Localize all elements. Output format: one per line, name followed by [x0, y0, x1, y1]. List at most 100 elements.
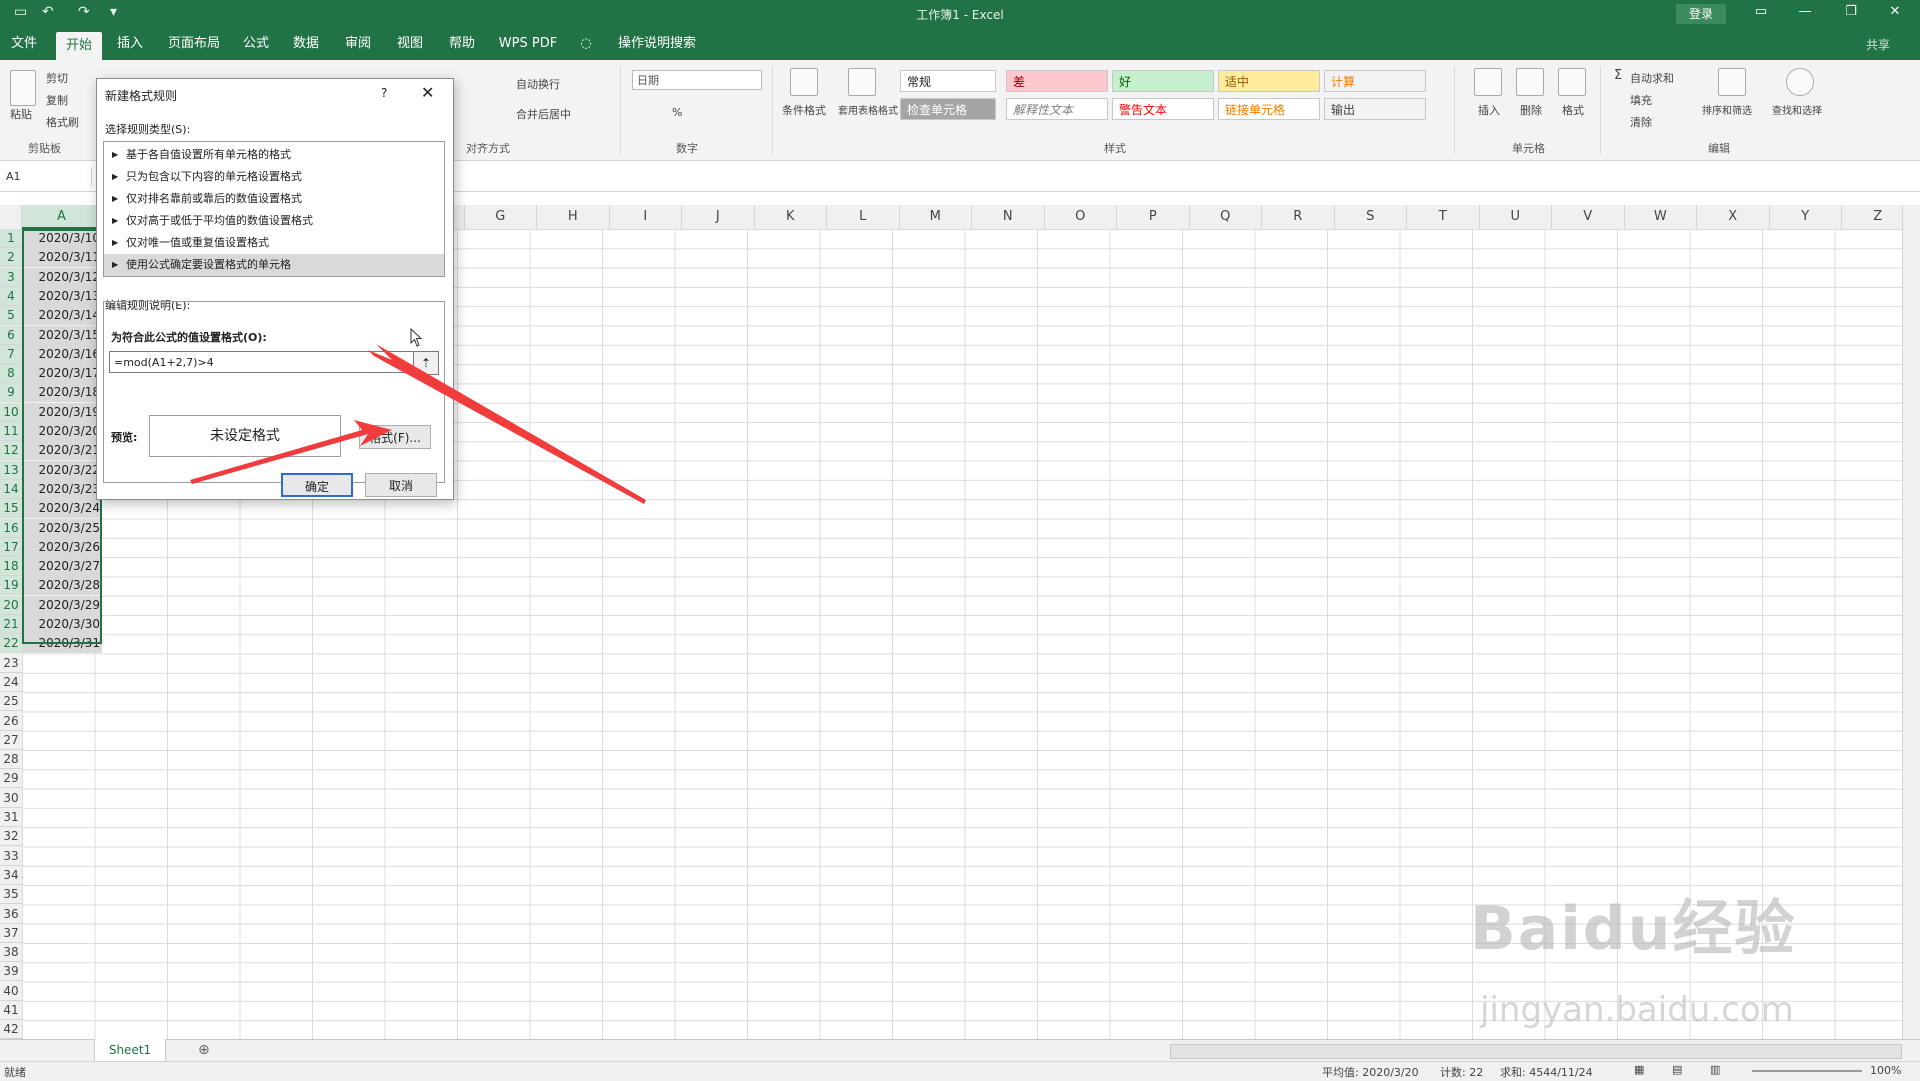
zoom-slider[interactable] — [1752, 1070, 1862, 1072]
tab-review[interactable]: 审阅 — [340, 28, 376, 60]
vertical-scrollbar[interactable] — [1902, 205, 1920, 1039]
style-explanatory[interactable]: 解释性文本 — [1006, 98, 1108, 120]
format-as-table-icon[interactable] — [848, 68, 876, 96]
row-header[interactable]: 29 — [0, 769, 22, 789]
login-button[interactable]: 登录 — [1676, 4, 1726, 24]
style-output[interactable]: 输出 — [1324, 98, 1426, 120]
style-check-cell[interactable]: 检查单元格 — [900, 98, 996, 120]
row-header[interactable]: 22 — [0, 634, 22, 654]
tab-file[interactable]: 文件 — [6, 28, 42, 60]
sort-filter-button[interactable]: 排序和筛选 — [1702, 102, 1752, 117]
page-layout-view-icon[interactable]: ▤ — [1672, 1063, 1682, 1076]
fill-button[interactable]: 填充 — [1630, 92, 1652, 108]
tab-wps-pdf[interactable]: WPS PDF — [496, 28, 560, 60]
row-header[interactable]: 27 — [0, 731, 22, 750]
tab-data[interactable]: 数据 — [288, 28, 324, 60]
row-header[interactable]: 41 — [0, 1001, 22, 1020]
conditional-formatting-icon[interactable] — [790, 68, 818, 96]
zoom-level[interactable]: 100% — [1870, 1064, 1901, 1077]
row-header[interactable]: 12 — [0, 441, 22, 461]
column-header[interactable]: L — [827, 205, 900, 229]
tab-view[interactable]: 视图 — [392, 28, 428, 60]
tab-page-layout[interactable]: 页面布局 — [164, 28, 224, 60]
find-select-icon[interactable] — [1786, 68, 1814, 96]
column-header[interactable]: U — [1480, 205, 1552, 229]
row-header[interactable]: 32 — [0, 827, 22, 847]
row-header[interactable]: 15 — [0, 499, 22, 519]
row-header[interactable]: 25 — [0, 692, 22, 712]
minimize-icon[interactable]: — — [1790, 4, 1820, 19]
row-header[interactable]: 40 — [0, 982, 22, 1001]
sheet-tab-sheet1[interactable]: Sheet1 — [94, 1039, 166, 1063]
page-break-view-icon[interactable]: ▥ — [1710, 1063, 1720, 1076]
column-header[interactable]: G — [465, 205, 537, 229]
row-header[interactable]: 17 — [0, 537, 22, 557]
conditional-formatting-button[interactable]: 条件格式 — [782, 102, 826, 118]
ok-button[interactable]: 确定 — [281, 473, 353, 497]
row-header[interactable]: 6 — [0, 325, 22, 345]
rule-type-item[interactable]: ▶ 基于各自值设置所有单元格的格式 — [104, 144, 444, 166]
row-header[interactable]: 13 — [0, 460, 22, 480]
column-header[interactable]: T — [1407, 205, 1480, 229]
tab-formulas[interactable]: 公式 — [238, 28, 274, 60]
row-header[interactable]: 16 — [0, 518, 22, 538]
row-header[interactable]: 42 — [0, 1020, 22, 1040]
column-header[interactable]: M — [900, 205, 972, 229]
rule-type-item[interactable]: ▶ 仅对排名靠前或靠后的数值设置格式 — [104, 188, 444, 210]
column-header[interactable]: Q — [1190, 205, 1262, 229]
column-header[interactable]: H — [537, 205, 610, 229]
paste-icon[interactable] — [10, 70, 36, 106]
sort-filter-icon[interactable] — [1718, 68, 1746, 96]
row-header[interactable]: 8 — [0, 364, 22, 384]
percent-button[interactable]: % — [672, 106, 682, 119]
format-painter-button[interactable]: 格式刷 — [46, 114, 79, 130]
close-window-icon[interactable]: ✕ — [1880, 4, 1910, 19]
row-header[interactable]: 34 — [0, 866, 22, 885]
row-header[interactable]: 14 — [0, 479, 22, 499]
column-header[interactable]: J — [682, 205, 755, 229]
row-header[interactable]: 30 — [0, 789, 22, 808]
row-header[interactable]: 36 — [0, 905, 22, 924]
formula-input[interactable]: =mod(A1+2,7)>4 — [109, 351, 423, 373]
horizontal-scrollbar[interactable] — [1170, 1044, 1902, 1059]
tab-home[interactable]: 开始 — [56, 32, 102, 60]
column-header[interactable]: A — [22, 205, 102, 229]
row-header[interactable]: 10 — [0, 402, 22, 422]
column-header[interactable]: O — [1045, 205, 1117, 229]
format-cells-button[interactable]: 格式 — [1562, 102, 1584, 118]
column-header[interactable]: R — [1262, 205, 1335, 229]
cancel-button[interactable]: 取消 — [365, 473, 437, 497]
column-header[interactable]: X — [1697, 205, 1770, 229]
style-bad[interactable]: 差 — [1006, 70, 1108, 92]
help-button[interactable]: ? — [381, 86, 387, 100]
row-header[interactable]: 18 — [0, 557, 22, 577]
find-select-button[interactable]: 查找和选择 — [1772, 102, 1822, 117]
style-good[interactable]: 好 — [1112, 70, 1214, 92]
row-header[interactable]: 9 — [0, 383, 22, 403]
column-header[interactable]: S — [1335, 205, 1407, 229]
style-neutral[interactable]: 适中 — [1218, 70, 1320, 92]
row-header[interactable]: 2 — [0, 248, 22, 268]
column-header[interactable]: W — [1625, 205, 1697, 229]
row-header[interactable]: 23 — [0, 654, 22, 673]
name-box[interactable]: A1 — [0, 167, 92, 187]
rule-type-item[interactable]: ▶ 使用公式确定要设置格式的单元格 — [104, 254, 444, 276]
autosum-button[interactable]: 自动求和 — [1630, 70, 1674, 86]
row-header[interactable]: 24 — [0, 673, 22, 692]
rule-type-item[interactable]: ▶ 仅对唯一值或重复值设置格式 — [104, 232, 444, 254]
column-header[interactable]: I — [610, 205, 682, 229]
copy-button[interactable]: 复制 — [46, 92, 68, 108]
row-header[interactable]: 31 — [0, 808, 22, 827]
style-linked-cell[interactable]: 链接单元格 — [1218, 98, 1320, 120]
row-header[interactable]: 35 — [0, 885, 22, 905]
column-header[interactable]: K — [755, 205, 827, 229]
share-button[interactable]: 共享 — [1866, 36, 1890, 53]
row-header[interactable]: 38 — [0, 943, 22, 963]
merge-center-button[interactable]: 合并后居中 — [516, 106, 571, 122]
delete-cells-icon[interactable] — [1516, 68, 1544, 96]
column-header[interactable]: Y — [1770, 205, 1842, 229]
insert-cells-icon[interactable] — [1474, 68, 1502, 96]
row-header[interactable]: 1 — [0, 229, 22, 248]
wrap-text-button[interactable]: 自动换行 — [516, 76, 560, 92]
row-header[interactable]: 39 — [0, 962, 22, 982]
